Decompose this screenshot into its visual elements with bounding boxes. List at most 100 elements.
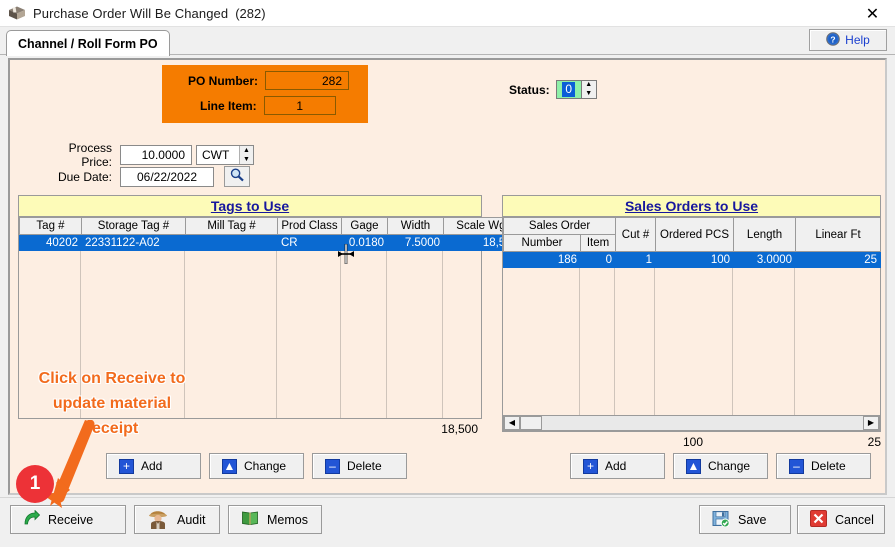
audit-label: Audit bbox=[177, 512, 206, 527]
sales-grid-title: Sales Orders to Use bbox=[502, 195, 881, 217]
memos-label: Memos bbox=[267, 512, 308, 527]
line-item-row: Line Item: 1 bbox=[200, 96, 336, 115]
scroll-right-icon[interactable]: ▶ bbox=[863, 415, 879, 430]
package-icon bbox=[8, 5, 26, 21]
minus-icon: – bbox=[325, 458, 340, 474]
column-header-gage[interactable]: Gage bbox=[341, 217, 388, 235]
po-number-label: PO Number: bbox=[188, 73, 259, 88]
sales-delete-button[interactable]: – Delete bbox=[776, 453, 871, 479]
table-row[interactable]: 186 0 1 100 3.0000 25 bbox=[503, 251, 882, 268]
cell-prod-class: CR bbox=[277, 234, 342, 251]
scrollbar-track[interactable] bbox=[542, 415, 863, 430]
uom-select[interactable]: CWT ▲ ▼ bbox=[196, 145, 254, 165]
column-header-ordered-pcs[interactable]: Ordered PCS bbox=[655, 217, 735, 252]
save-label: Save bbox=[738, 512, 767, 527]
po-header-strip: PO Number: 282 Line Item: 1 Status: 0 ▲ … bbox=[10, 65, 885, 123]
plus-icon: + bbox=[119, 458, 134, 474]
tags-delete-button[interactable]: – Delete bbox=[312, 453, 407, 479]
tab-channel-roll-form-po[interactable]: Channel / Roll Form PO bbox=[6, 30, 170, 56]
cell-ordered-pcs: 100 bbox=[655, 251, 735, 268]
sales-table: Sales Order Cut # Ordered PCS Length Lin… bbox=[502, 217, 882, 268]
cell-cut: 1 bbox=[615, 251, 657, 268]
status-spinner[interactable]: ▲ ▼ bbox=[581, 80, 597, 99]
memos-button[interactable]: Memos bbox=[228, 505, 322, 534]
cell-number: 186 bbox=[503, 251, 581, 268]
sales-grid-block: Sales Orders to Use Sales Order Cut # Or… bbox=[502, 195, 882, 450]
sales-grid[interactable]: Sales Order Cut # Ordered PCS Length Lin… bbox=[502, 217, 882, 432]
process-price-input[interactable]: 10.0000 bbox=[120, 145, 192, 165]
column-header-cut[interactable]: Cut # bbox=[615, 217, 657, 252]
spinner-up-icon: ▲ bbox=[243, 146, 250, 154]
save-button[interactable]: Save bbox=[699, 505, 791, 534]
process-price-label: Process Price: bbox=[68, 141, 112, 169]
sales-add-label: Add bbox=[605, 459, 627, 473]
audit-button[interactable]: Audit bbox=[134, 505, 220, 534]
sales-change-label: Change bbox=[708, 459, 751, 473]
status-label: Status: bbox=[509, 82, 550, 97]
triangle-up-icon: ▲ bbox=[686, 458, 701, 474]
tags-add-button[interactable]: + Add bbox=[106, 453, 201, 479]
column-header-sales-order-group: Sales Order bbox=[502, 217, 617, 235]
po-number-row: PO Number: 282 bbox=[188, 71, 350, 90]
bottom-toolbar: Receive Audit Memos Save Cancel bbox=[0, 497, 895, 547]
uom-spinner[interactable]: ▲ ▼ bbox=[239, 146, 253, 164]
bottom-right-buttons: Save Cancel bbox=[699, 505, 885, 534]
line-item-label: Line Item: bbox=[200, 98, 257, 113]
cell-mill-tag bbox=[185, 234, 278, 251]
due-date-input[interactable]: 06/22/2022 bbox=[120, 166, 214, 187]
status-row: Status: 0 ▲ ▼ bbox=[509, 80, 597, 99]
sales-total-linear-ft: 25 bbox=[867, 434, 881, 449]
sales-change-button[interactable]: ▲ Change bbox=[673, 453, 768, 479]
po-number-field[interactable]: 282 bbox=[265, 71, 350, 90]
cell-linear-ft: 25 bbox=[795, 251, 882, 268]
column-header-length[interactable]: Length bbox=[733, 217, 797, 252]
cancel-button[interactable]: Cancel bbox=[797, 505, 885, 534]
column-header-prod-class[interactable]: Prod Class bbox=[277, 217, 342, 235]
close-x-icon bbox=[810, 509, 827, 530]
column-header-storage-tag[interactable]: Storage Tag # bbox=[81, 217, 186, 235]
column-header-item[interactable]: Item bbox=[579, 234, 617, 252]
plus-icon: + bbox=[583, 458, 598, 474]
table-header-group-row: Sales Order Cut # Ordered PCS Length Lin… bbox=[502, 217, 882, 252]
status-field[interactable]: 0 bbox=[555, 80, 582, 99]
sales-grid-horizontal-scrollbar[interactable]: ◀ ▶ bbox=[503, 414, 880, 431]
annotation-line-2: update material bbox=[52, 395, 172, 412]
column-header-width[interactable]: Width bbox=[387, 217, 444, 235]
help-button-label: Help bbox=[845, 33, 870, 47]
due-date-label: Due Date: bbox=[57, 169, 112, 184]
annotation-arrow-icon bbox=[40, 419, 110, 513]
tags-add-label: Add bbox=[141, 459, 163, 473]
date-lookup-button[interactable] bbox=[224, 166, 250, 187]
line-item-field[interactable]: 1 bbox=[263, 96, 336, 115]
sales-grid-buttons: + Add ▲ Change – Delete bbox=[570, 453, 871, 479]
scroll-left-icon[interactable]: ◀ bbox=[504, 415, 520, 430]
svg-text:?: ? bbox=[831, 34, 836, 44]
due-date-row: Due Date: 06/22/2022 bbox=[40, 166, 250, 187]
annotation-line-1: Click on Receive to bbox=[38, 370, 186, 387]
table-row[interactable]: 40202 22331122-A02 CR 0.0180 7.5000 18,5… bbox=[19, 234, 522, 251]
column-header-number[interactable]: Number bbox=[503, 234, 581, 252]
window-title: Purchase Order Will Be Changed bbox=[33, 5, 229, 21]
process-price-row: Process Price: 10.0000 CWT ▲ ▼ bbox=[40, 141, 254, 169]
sales-grid-empty-area[interactable] bbox=[503, 267, 880, 415]
column-header-linear-ft[interactable]: Linear Ft bbox=[795, 217, 882, 252]
help-button[interactable]: ? Help bbox=[809, 29, 887, 51]
receive-label: Receive bbox=[48, 512, 94, 527]
scrollbar-thumb[interactable] bbox=[520, 415, 542, 430]
cell-item: 0 bbox=[579, 251, 617, 268]
tags-grid-buttons: + Add ▲ Change – Delete bbox=[106, 453, 407, 479]
column-header-tag[interactable]: Tag # bbox=[19, 217, 82, 235]
tags-table: Tag # Storage Tag # Mill Tag # Prod Clas… bbox=[19, 217, 522, 251]
floppy-save-icon bbox=[712, 510, 730, 530]
detective-icon bbox=[147, 507, 169, 532]
magnifier-icon bbox=[229, 167, 245, 186]
tags-change-button[interactable]: ▲ Change bbox=[209, 453, 304, 479]
tags-grid-title: Tags to Use bbox=[18, 195, 482, 217]
sales-add-button[interactable]: + Add bbox=[570, 453, 665, 479]
annotation-step-badge: 1 bbox=[16, 465, 54, 503]
book-icon bbox=[241, 510, 259, 529]
close-icon[interactable]: ✕ bbox=[850, 0, 895, 27]
cell-length: 3.0000 bbox=[733, 251, 797, 268]
status-value: 0 bbox=[562, 82, 576, 97]
column-header-mill-tag[interactable]: Mill Tag # bbox=[185, 217, 278, 235]
